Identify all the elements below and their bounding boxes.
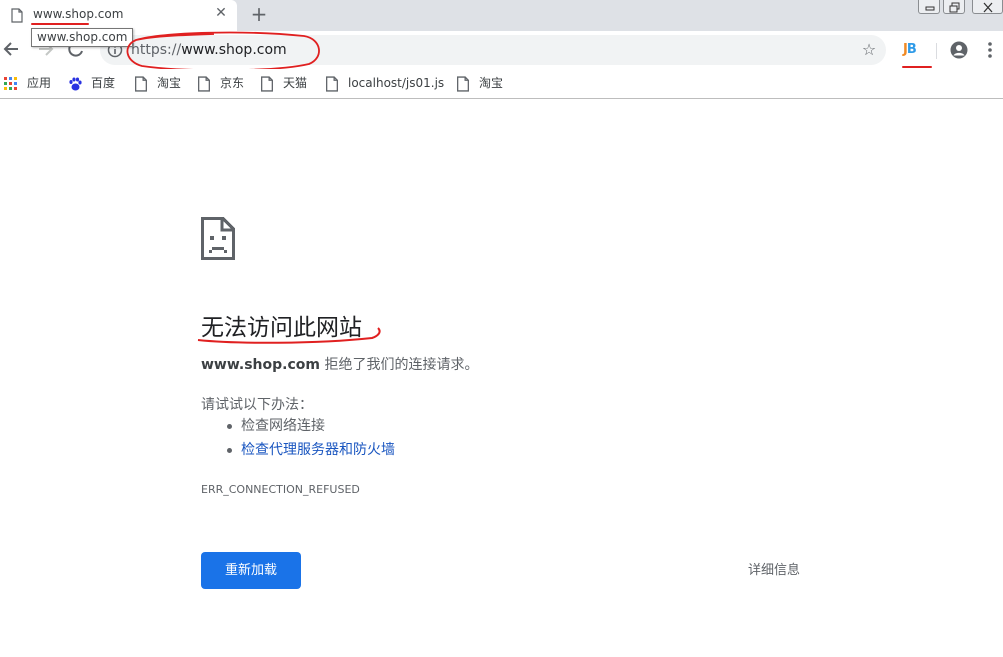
suggestions-title: 请试试以下办法： [201, 397, 313, 413]
bookmark-taobao[interactable]: 淘宝 [134, 74, 181, 92]
bookmark-label: 天猫 [283, 76, 308, 90]
page-icon [198, 75, 210, 92]
kebab-menu-icon[interactable] [986, 41, 994, 59]
window-controls [918, 0, 1003, 14]
bookmark-tmall[interactable]: 天猫 [260, 74, 307, 92]
bookmark-jd[interactable]: 京东 [197, 74, 244, 92]
page-icon [135, 75, 147, 92]
red-underline-heading [197, 327, 381, 344]
apps-grid-icon [4, 76, 17, 90]
bookmark-baidu[interactable]: 百度 [68, 74, 115, 92]
sad-page-icon [201, 217, 235, 260]
back-arrow-icon [3, 42, 18, 56]
error-code: ERR_CONNECTION_REFUSED [201, 483, 360, 496]
minimize-icon [925, 6, 935, 11]
extension-jb-icon[interactable]: JB [903, 41, 923, 59]
bookmark-label: 淘宝 [479, 76, 504, 90]
suggestions-list: 检查网络连接 检查代理服务器和防火墙 [222, 416, 395, 464]
bookmark-label: localhost/js01.js [348, 76, 445, 90]
new-tab-button[interactable]: + [249, 4, 269, 24]
bookmark-taobao-2[interactable]: 淘宝 [456, 74, 503, 92]
error-message: 拒绝了我们的连接请求。 [320, 357, 479, 373]
tab-tooltip: www.shop.com [31, 28, 134, 47]
star-icon[interactable]: ☆ [860, 41, 878, 59]
reload-button[interactable]: 重新加载 [201, 552, 301, 589]
restore-button[interactable] [943, 0, 965, 14]
error-description: www.shop.com 拒绝了我们的连接请求。 [201, 354, 478, 374]
bookmark-label: 淘宝 [157, 76, 182, 90]
bookmark-label: 应用 [27, 76, 52, 90]
tab-title: www.shop.com [33, 7, 124, 21]
restore-icon [949, 2, 960, 13]
page-icon [261, 75, 273, 92]
red-underline-extension [902, 66, 932, 68]
bookmark-label: 京东 [220, 76, 245, 90]
close-window-button[interactable] [972, 0, 1003, 14]
red-circle-annotation [126, 31, 320, 72]
page-icon [326, 75, 338, 92]
suggestion-check-network: 检查网络连接 [222, 416, 395, 440]
back-button[interactable] [2, 39, 22, 59]
bookmark-label: 百度 [91, 76, 116, 90]
red-underline-tab [31, 23, 89, 25]
suggestion-check-proxy-link[interactable]: 检查代理服务器和防火墙 [222, 440, 395, 464]
page-icon [457, 75, 469, 92]
browser-tab[interactable]: www.shop.com ✕ [0, 0, 237, 31]
baidu-paw-icon [69, 77, 82, 90]
bookmark-localhost[interactable]: localhost/js01.js [325, 74, 444, 92]
close-icon[interactable]: ✕ [214, 6, 228, 20]
toolbar-separator [936, 43, 937, 59]
tab-strip: www.shop.com ✕ + [0, 0, 1003, 31]
profile-icon[interactable] [950, 41, 968, 59]
details-button[interactable]: 详细信息 [734, 561, 814, 581]
minimize-button[interactable] [918, 0, 940, 14]
page-icon [11, 8, 23, 23]
bookmark-apps[interactable]: 应用 [4, 74, 51, 92]
bookmarks-bar: 应用 百度 淘宝 京东 天猫 localhost/js01.js 淘宝 [0, 69, 1003, 99]
close-window-icon [983, 2, 993, 13]
error-host: www.shop.com [201, 357, 320, 373]
